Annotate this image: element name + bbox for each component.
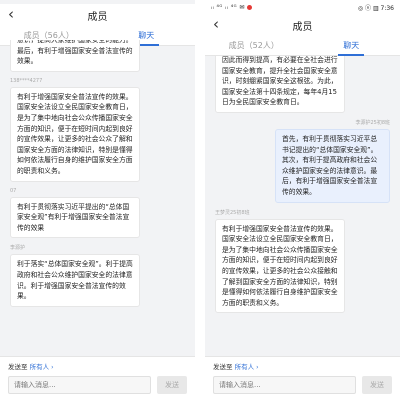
recipient-selector[interactable]: 所有人 xyxy=(235,363,255,371)
status-signal: ᵢₗ ⁴ᴳ ᵢₗ ⁴ᴳ ✉ xyxy=(211,4,358,11)
send-to-row: 发送至 所有人 › xyxy=(213,361,392,371)
tab-members[interactable]: 成员（52人） xyxy=(205,36,303,55)
send-to-label: 发送至 xyxy=(213,363,233,371)
message-sender: 138****4277 xyxy=(10,77,43,84)
message-bubble: 有利于贯彻落实习近平提出的“总体国家安全观”有利于增强国家安全普法宣传的效果 xyxy=(10,196,140,239)
message-bubble: 有利于增强国家安全普法宣传的效果。国家安全法设立全民国家安全教育日，是为了集中地… xyxy=(10,86,140,182)
right-screenshot: ᵢₗ ⁴ᴳ ᵢₗ ⁴ᴳ ✉ ◎ ⓝ ▥ 7:36 ‹ 成员 成员（52人） 聊天… xyxy=(205,0,400,400)
send-to-label: 发送至 xyxy=(8,363,28,371)
message-bubble: 有利于增强国家安全普法宣传的效果。国家安全法设立全民国家安全教育日，是为了集中地… xyxy=(215,218,345,314)
chevron-right-icon[interactable]: › xyxy=(256,364,258,371)
back-arrow-icon[interactable]: ‹ xyxy=(213,16,219,32)
message-sender: 李源护 xyxy=(10,245,26,252)
message-sender: 07 xyxy=(10,187,17,194)
header: ‹ 成员 xyxy=(0,4,195,26)
page-title: 成员 xyxy=(87,11,108,23)
tab-chat[interactable]: 聊天 xyxy=(303,36,400,56)
notification-dot-icon xyxy=(246,4,252,10)
send-button[interactable]: 发送 xyxy=(362,376,392,394)
recipient-selector[interactable]: 所有人 xyxy=(30,363,50,371)
message-input[interactable] xyxy=(8,376,151,394)
message-input[interactable] xyxy=(213,376,356,394)
message-bubble: 意识，提高大家维护国家安全的能力。最后，有利于增强国家安全普法宣传的效果。 xyxy=(10,40,140,72)
status-clock: ◎ ⓝ ▥ 7:36 xyxy=(357,4,394,12)
header: ‹ 成员 xyxy=(205,14,400,36)
tab-bar: 成员（52人） 聊天 xyxy=(205,36,400,56)
message-sender: 李源护25初8班 xyxy=(355,119,390,126)
send-to-row: 发送至 所有人 › xyxy=(8,361,187,371)
message-bubble: 因此而得到提高，有必要在全社会进行国家安全教育，提升全社会国家安全意识，时刻绷紧… xyxy=(215,56,345,113)
chevron-right-icon[interactable]: › xyxy=(51,364,53,371)
status-bar: ᵢₗ ⁴ᴳ ᵢₗ ⁴ᴳ ✉ ◎ ⓝ ▥ 7:36 xyxy=(205,0,400,14)
message-sender: 王梦灵25初8班 xyxy=(215,209,250,216)
input-bar: 发送至 所有人 › 发送 xyxy=(205,356,400,400)
message-bubble: 利于落实“总体国家安全观”。利于提高政府和社会公众维护国家安全的法律意识。利于增… xyxy=(10,254,140,307)
back-arrow-icon[interactable]: ‹ xyxy=(8,6,14,22)
my-message-bubble: 首先，有利于贯彻落实习近平总书记提出的“总体国家安全观”。其次，有利于提高政府和… xyxy=(275,128,390,203)
chat-list[interactable]: 因此而得到提高，有必要在全社会进行国家安全教育，提升全社会国家安全意识，时刻绷紧… xyxy=(205,56,400,356)
left-screenshot: ‹ 成员 成员（56人） 聊天 意识，提高大家维护国家安全的能力。最后，有利于增… xyxy=(0,0,195,400)
send-button[interactable]: 发送 xyxy=(157,376,187,394)
input-bar: 发送至 所有人 › 发送 xyxy=(0,356,195,400)
chat-list[interactable]: 意识，提高大家维护国家安全的能力。最后，有利于增强国家安全普法宣传的效果。 13… xyxy=(0,40,195,356)
page-title: 成员 xyxy=(292,21,313,33)
